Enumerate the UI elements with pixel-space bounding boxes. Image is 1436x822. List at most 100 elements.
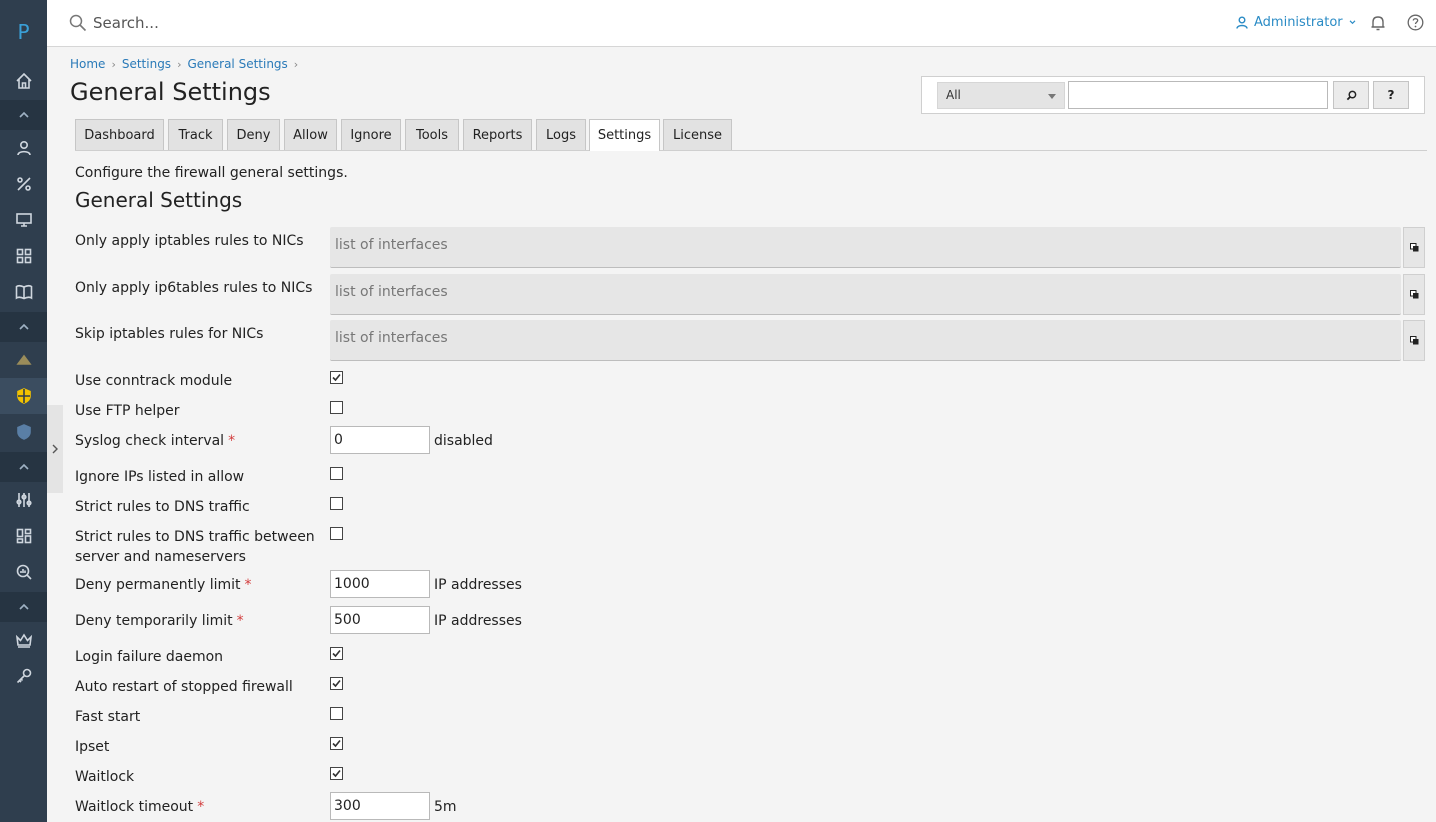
- fast-start-label: Fast start: [75, 709, 141, 725]
- copy-icon: [1409, 243, 1418, 252]
- breadcrumb-home[interactable]: Home: [70, 57, 105, 71]
- tab-reports[interactable]: Reports: [463, 119, 532, 150]
- breadcrumb-separator-icon: ›: [177, 57, 182, 71]
- conntrack-label: Use conntrack module: [75, 373, 233, 389]
- tab-tools[interactable]: Tools: [405, 119, 459, 150]
- tab-deny[interactable]: Deny: [227, 119, 280, 150]
- breadcrumb-separator-icon: ›: [293, 57, 299, 71]
- monitor-icon[interactable]: [0, 202, 47, 238]
- page-description: Configure the firewall general settings.: [75, 165, 348, 181]
- filter-select[interactable]: All: [937, 82, 1065, 109]
- breadcrumb-settings[interactable]: Settings: [122, 57, 171, 71]
- skip-nics-field[interactable]: list of interfaces: [330, 320, 1401, 361]
- extension-icon[interactable]: [0, 342, 47, 378]
- security-shield-icon[interactable]: [0, 414, 47, 450]
- collapse-group-3[interactable]: [0, 452, 47, 482]
- iptables-nics-field[interactable]: list of interfaces: [330, 227, 1401, 268]
- tab-allow[interactable]: Allow: [284, 119, 337, 150]
- auto-restart-checkbox[interactable]: [330, 677, 343, 690]
- waitlock-timeout-label: Waitlock timeout *: [75, 799, 205, 815]
- app-logo[interactable]: P: [0, 0, 47, 63]
- tab-settings[interactable]: Settings: [589, 119, 660, 151]
- syslog-interval-label: Syslog check interval *: [75, 433, 236, 449]
- auto-restart-label: Auto restart of stopped firewall: [75, 679, 293, 695]
- sidebar: P: [0, 0, 47, 822]
- search-icon: [1346, 90, 1356, 100]
- deny-temp-unit: IP addresses: [434, 613, 522, 629]
- deny-perm-label: Deny permanently limit *: [75, 577, 252, 593]
- user-menu[interactable]: Administrator: [1236, 15, 1356, 30]
- chevron-right-icon: [52, 444, 58, 454]
- waitlock-timeout-unit: 5m: [434, 799, 457, 815]
- top-bar: Administrator: [47, 0, 1436, 47]
- copy-icon: [1409, 336, 1418, 345]
- breadcrumb-general-settings[interactable]: General Settings: [187, 57, 287, 71]
- syslog-interval-unit: disabled: [434, 433, 493, 449]
- tab-track[interactable]: Track: [168, 119, 223, 150]
- analytics-search-icon[interactable]: [0, 554, 47, 590]
- notifications-bell-icon[interactable]: [1369, 14, 1387, 32]
- breadcrumb: Home › Settings › General Settings ›: [70, 57, 298, 71]
- ignore-allow-checkbox[interactable]: [330, 467, 343, 480]
- waitlock-checkbox[interactable]: [330, 767, 343, 780]
- deny-perm-unit: IP addresses: [434, 577, 522, 593]
- check-icon: [332, 739, 341, 748]
- strict-dns-ns-checkbox[interactable]: [330, 527, 343, 540]
- dashboard-blocks-icon[interactable]: [0, 518, 47, 554]
- chevron-up-icon: [18, 111, 29, 118]
- help-icon[interactable]: [1407, 14, 1424, 31]
- ftp-helper-checkbox[interactable]: [330, 401, 343, 414]
- chevron-up-icon: [18, 603, 29, 610]
- key-icon[interactable]: [0, 658, 47, 694]
- deny-temp-label: Deny temporarily limit *: [75, 613, 244, 629]
- conntrack-checkbox[interactable]: [330, 371, 343, 384]
- iptables-nics-label: Only apply iptables rules to NICs: [75, 233, 304, 249]
- iptables-nics-picker-button[interactable]: [1403, 227, 1425, 268]
- global-search-input[interactable]: [93, 12, 493, 34]
- filter-select-value: All: [946, 88, 961, 102]
- book-icon[interactable]: [0, 274, 47, 310]
- skip-nics-picker-button[interactable]: [1403, 320, 1425, 361]
- users-icon[interactable]: [0, 130, 47, 166]
- home-icon[interactable]: [0, 63, 47, 99]
- page-title: General Settings: [70, 78, 271, 106]
- filter-search-button[interactable]: [1333, 81, 1369, 109]
- collapse-group-1[interactable]: [0, 100, 47, 130]
- strict-dns-ns-label: Strict rules to DNS traffic between serv…: [75, 529, 315, 565]
- waitlock-timeout-input[interactable]: [330, 792, 430, 820]
- sidebar-expand-handle[interactable]: [47, 405, 63, 493]
- lfd-label: Login failure daemon: [75, 649, 224, 665]
- percent-icon[interactable]: [0, 166, 47, 202]
- chevron-up-icon: [18, 323, 29, 330]
- required-mark: *: [236, 613, 244, 629]
- check-icon: [332, 769, 341, 778]
- filter-search-input[interactable]: [1068, 81, 1328, 109]
- collapse-group-4[interactable]: [0, 592, 47, 622]
- ipset-label: Ipset: [75, 739, 110, 755]
- deny-temp-input[interactable]: [330, 606, 430, 634]
- ignore-allow-label: Ignore IPs listed in allow: [75, 469, 245, 485]
- strict-dns-checkbox[interactable]: [330, 497, 343, 510]
- skip-nics-label: Skip iptables rules for NICs: [75, 326, 264, 342]
- apps-grid-icon[interactable]: [0, 238, 47, 274]
- tab-license[interactable]: License: [663, 119, 732, 150]
- syslog-interval-input[interactable]: [330, 426, 430, 454]
- ipset-checkbox[interactable]: [330, 737, 343, 750]
- filter-help-button[interactable]: ?: [1373, 81, 1409, 109]
- deny-perm-input[interactable]: [330, 570, 430, 598]
- collapse-group-2[interactable]: [0, 312, 47, 342]
- sliders-icon[interactable]: [0, 482, 47, 518]
- tab-bar: Dashboard Track Deny Allow Ignore Tools …: [75, 119, 1427, 151]
- tab-ignore[interactable]: Ignore: [341, 119, 401, 150]
- ip6tables-nics-picker-button[interactable]: [1403, 274, 1425, 315]
- lfd-checkbox[interactable]: [330, 647, 343, 660]
- fast-start-checkbox[interactable]: [330, 707, 343, 720]
- filter-box: All ?: [921, 76, 1425, 114]
- ip6tables-nics-field[interactable]: list of interfaces: [330, 274, 1401, 315]
- tab-dashboard[interactable]: Dashboard: [75, 119, 164, 150]
- firewall-shield-icon[interactable]: [0, 378, 47, 414]
- tab-logs[interactable]: Logs: [536, 119, 586, 150]
- required-mark: *: [197, 799, 205, 815]
- chevron-up-icon: [18, 463, 29, 470]
- crown-icon[interactable]: [0, 622, 47, 658]
